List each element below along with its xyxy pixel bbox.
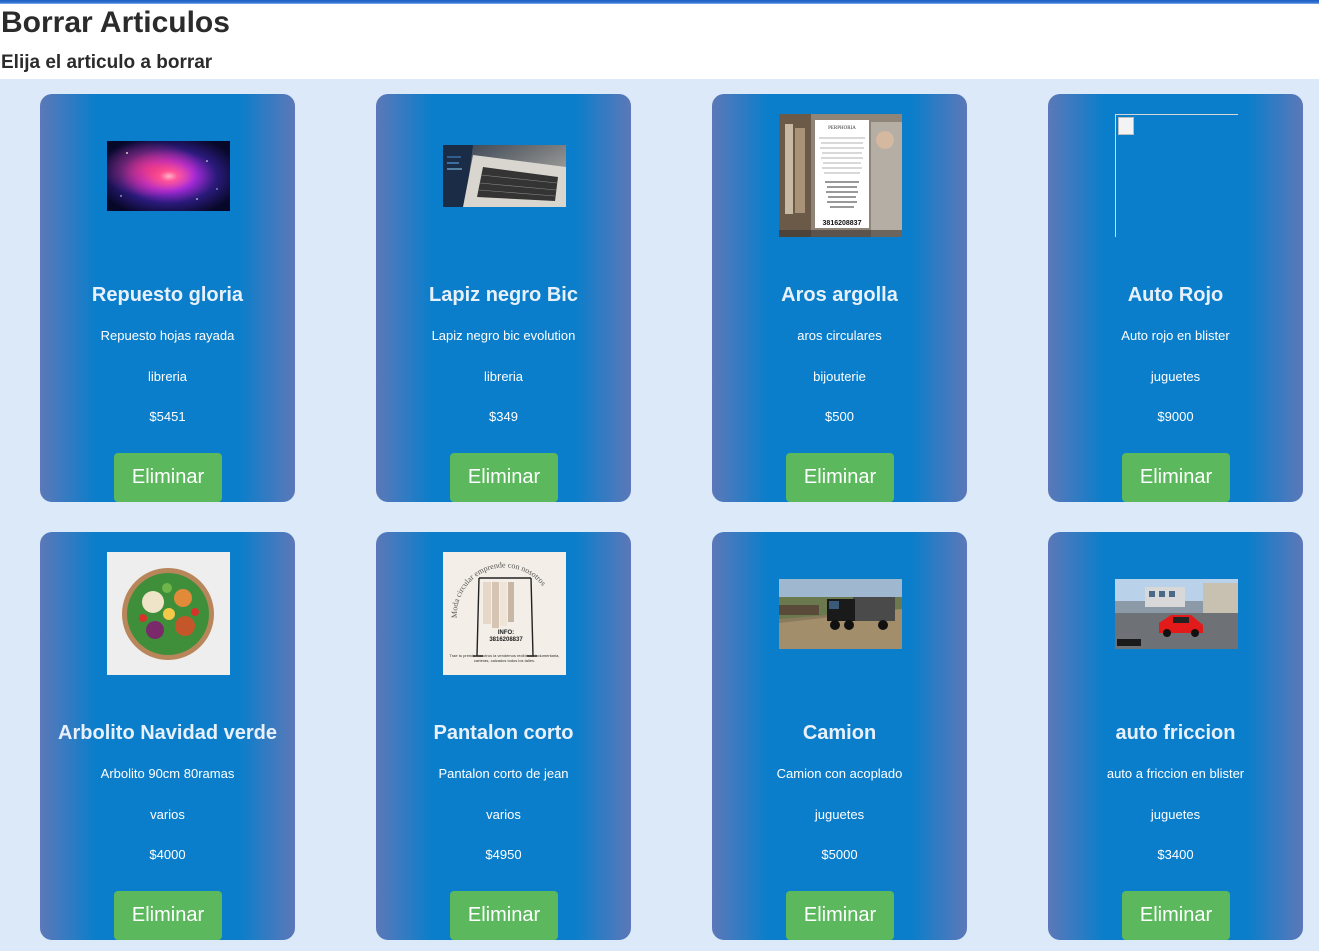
product-name: Lapiz negro Bic (429, 284, 578, 306)
delete-button[interactable]: Eliminar (786, 453, 894, 502)
product-price: $4950 (485, 847, 522, 862)
product-price: $4000 (149, 847, 186, 862)
delete-button[interactable]: Eliminar (114, 453, 222, 502)
product-price: $500 (825, 409, 854, 424)
page-title: Borrar Articulos (1, 6, 230, 39)
clothes-rack-flyer-image: Moda circular emprende con nosotros INFO… (443, 552, 566, 675)
product-price: $9000 (1157, 409, 1194, 424)
red-car-image (1115, 578, 1238, 649)
delete-button[interactable]: Eliminar (114, 891, 222, 940)
product-image (107, 552, 230, 675)
broken-image (1115, 114, 1238, 237)
product-card: auto friccion auto a friccion en blister… (1048, 532, 1303, 940)
product-name: auto friccion (1115, 722, 1236, 744)
product-image: Moda circular emprende con nosotros INFO… (443, 552, 566, 675)
product-card: Lapiz negro Bic Lapiz negro bic evolutio… (376, 94, 631, 502)
broken-image-icon (1118, 117, 1134, 135)
product-name: Aros argolla (781, 284, 898, 306)
product-description: Lapiz negro bic evolution (431, 328, 576, 343)
delete-button[interactable]: Eliminar (1122, 453, 1230, 502)
delete-button[interactable]: Eliminar (1122, 891, 1230, 940)
nebula-image (107, 140, 230, 211)
product-card: Camion Camion con acoplado juguetes $500… (712, 532, 967, 940)
product-image: PERPHORIA 3816208837 (779, 114, 902, 237)
product-image (779, 552, 902, 675)
product-card: Moda circular emprende con nosotros INFO… (376, 532, 631, 940)
product-price: $5451 (149, 409, 186, 424)
product-image (1115, 552, 1238, 675)
product-category: varios (150, 807, 185, 822)
product-price: $349 (489, 409, 518, 424)
product-description: Auto rojo en blister (1121, 328, 1230, 343)
flyer-footer: Trae tu prenda nosotros la vendemos reci… (449, 653, 560, 663)
product-category: varios (486, 807, 521, 822)
product-name: Repuesto gloria (91, 284, 244, 306)
product-name: Pantalon corto (433, 722, 574, 744)
product-description: auto a friccion en blister (1106, 766, 1245, 781)
delete-button[interactable]: Eliminar (450, 891, 558, 940)
product-description: Arbolito 90cm 80ramas (100, 766, 235, 781)
product-image (1115, 114, 1238, 237)
flyer-info: INFO: (498, 630, 514, 636)
page-subtitle: Elija el articulo a borrar (1, 52, 213, 73)
product-category: juguetes (814, 807, 865, 822)
product-description: Camion con acoplado (776, 766, 903, 781)
product-price: $5000 (821, 847, 858, 862)
product-card: Arbolito Navidad verde Arbolito 90cm 80r… (40, 532, 295, 940)
flyer-brand: PERPHORIA (828, 126, 856, 131)
product-description: Repuesto hojas rayada (100, 328, 235, 343)
product-card: Repuesto gloria Repuesto hojas rayada li… (40, 94, 295, 502)
product-image (443, 114, 566, 237)
product-name: Auto Rojo (1127, 284, 1224, 306)
product-category: juguetes (1150, 369, 1201, 384)
product-name: Camion (802, 722, 877, 744)
product-category: libreria (483, 369, 523, 384)
delete-button[interactable]: Eliminar (786, 891, 894, 940)
delete-button[interactable]: Eliminar (450, 453, 558, 502)
flyer-image: PERPHORIA 3816208837 (779, 114, 902, 237)
product-category: bijouterie (813, 369, 866, 384)
salad-bowl-image (107, 552, 230, 675)
truck-image (779, 578, 902, 649)
product-image (107, 114, 230, 237)
flyer-phone: 3816208837 (823, 220, 862, 227)
flyer-phone: 3816208837 (489, 637, 523, 643)
product-category: juguetes (1150, 807, 1201, 822)
product-grid: Repuesto gloria Repuesto hojas rayada li… (0, 79, 1319, 951)
product-price: $3400 (1157, 847, 1194, 862)
product-category: libreria (147, 369, 187, 384)
laptop-image (443, 144, 566, 207)
product-description: Pantalon corto de jean (438, 766, 569, 781)
product-description: aros circulares (797, 328, 882, 343)
product-card: PERPHORIA 3816208837 Aros argolla aros c… (712, 94, 967, 502)
product-card: Auto Rojo Auto rojo en blister juguetes … (1048, 94, 1303, 502)
product-name: Arbolito Navidad verde (58, 722, 277, 744)
